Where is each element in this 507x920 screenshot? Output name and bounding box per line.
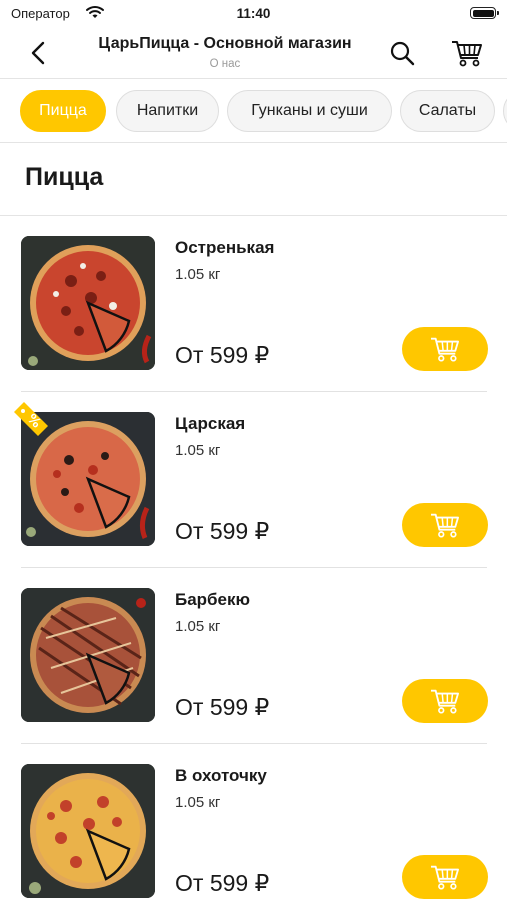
pizza-image [21,236,155,370]
cart-icon [431,513,459,538]
product-row[interactable]: Остренькая 1.05 кг От 599 ₽ [0,216,507,392]
product-weight: 1.05 кг [175,442,221,459]
status-bar: Оператор 11:40 [0,0,507,28]
battery-icon [470,7,499,19]
category-tab-salads[interactable]: Салаты [400,90,495,132]
product-price: От 599 ₽ [175,870,270,896]
product-name: Царская [175,414,246,433]
status-time: 11:40 [236,6,271,21]
product-name: Барбекю [175,590,251,609]
cart-icon[interactable] [451,38,483,68]
product-row[interactable]: Барбекю 1.05 кг От 599 ₽ [0,568,507,744]
add-to-cart-button[interactable] [402,503,488,547]
product-row[interactable]: В охоточку 1.05 кг От 599 ₽ [0,744,507,920]
product-price: От 599 ₽ [175,518,270,544]
product-row[interactable]: Царская 1.05 кг От 599 ₽ % [0,392,507,568]
product-price: От 599 ₽ [175,342,270,368]
category-tab-gunkan-sushi[interactable]: Гунканы и суши [227,90,392,132]
cart-icon [431,337,459,362]
product-weight: 1.05 кг [175,794,221,811]
product-weight: 1.05 кг [175,618,221,635]
about-link[interactable]: О нас [70,58,380,70]
category-tab-more[interactable] [503,90,507,132]
add-to-cart-button[interactable] [402,327,488,371]
category-tab-drinks[interactable]: Напитки [116,90,219,132]
add-to-cart-button[interactable] [402,679,488,723]
product-name: В охоточку [175,766,267,785]
section-title: Пицца [25,163,104,191]
product-weight: 1.05 кг [175,266,221,283]
back-chevron-icon[interactable] [26,40,52,66]
product-name: Остренькая [175,238,275,257]
add-to-cart-button[interactable] [402,855,488,899]
search-icon[interactable] [389,40,415,66]
discount-tag-icon: % [12,400,50,438]
store-title: ЦарьПицца - Основной магазин [98,35,352,52]
product-price: От 599 ₽ [175,694,270,720]
category-tab-pizza[interactable]: Пицца [20,90,106,132]
pizza-image [21,764,155,898]
cart-icon [431,689,459,714]
navigation-bar: ЦарьПицца - Основной магазин О нас [0,28,507,79]
category-tabs: Пицца Напитки Гунканы и суши Салаты [0,80,507,143]
cart-icon [431,865,459,890]
pizza-image [21,588,155,722]
